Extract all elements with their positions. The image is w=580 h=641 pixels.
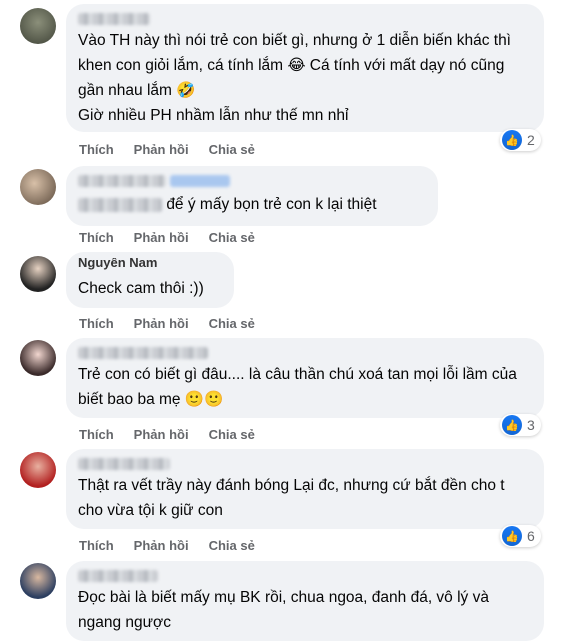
- comment-text: Trẻ con có biết gì đâu.... là câu thần c…: [78, 366, 522, 408]
- share-button[interactable]: Chia sẻ: [209, 427, 255, 442]
- reply-button[interactable]: Phản hồi: [134, 142, 189, 157]
- comment-text: Check cam thôi :)): [78, 280, 204, 297]
- share-button[interactable]: Chia sẻ: [209, 230, 255, 245]
- like-button[interactable]: Thích: [79, 230, 114, 245]
- reply-button[interactable]: Phản hồi: [134, 316, 189, 331]
- avatar[interactable]: [20, 452, 56, 488]
- commenter-name[interactable]: [78, 10, 532, 25]
- commenter-name[interactable]: [78, 567, 532, 582]
- like-button[interactable]: Thích: [79, 316, 114, 331]
- comment-bubble: Nguyễn Nam Check cam thôi :)): [66, 252, 234, 308]
- avatar[interactable]: [20, 256, 56, 292]
- comment-actions: Thích Phản hồi Chia sẻ: [79, 427, 275, 442]
- comment-actions: Thích Phản hồi Chia sẻ: [79, 230, 275, 245]
- commenter-name[interactable]: Nguyễn Nam: [78, 258, 222, 270]
- comment-actions: Thích Phản hồi Chia sẻ: [79, 316, 275, 331]
- reply-button[interactable]: Phản hồi: [134, 538, 189, 553]
- avatar[interactable]: [20, 8, 56, 44]
- commenter-name[interactable]: [78, 344, 532, 359]
- reaction-count[interactable]: 👍 3: [500, 414, 541, 436]
- comment-text: Vào TH này thì nói trẻ con biết gì, nhưn…: [78, 32, 511, 124]
- avatar[interactable]: [20, 340, 56, 376]
- avatar[interactable]: [20, 169, 56, 205]
- comment-bubble: Thật ra vết trầy này đánh bóng Lại đc, n…: [66, 449, 544, 529]
- reaction-count[interactable]: 👍 2: [500, 129, 541, 151]
- reply-button[interactable]: Phản hồi: [134, 427, 189, 442]
- comment-bubble: Vào TH này thì nói trẻ con biết gì, nhưn…: [66, 4, 544, 132]
- share-button[interactable]: Chia sẻ: [209, 316, 255, 331]
- like-button[interactable]: Thích: [79, 142, 114, 157]
- like-icon: 👍: [502, 415, 522, 435]
- comment-bubble: Đọc bài là biết mấy mụ BK rồi, chua ngoa…: [66, 561, 544, 641]
- share-button[interactable]: Chia sẻ: [209, 538, 255, 553]
- comment-text: để ý mấy bọn trẻ con k lại thiệt: [78, 192, 426, 217]
- commenter-name[interactable]: [78, 455, 532, 470]
- comment-actions: Thích Phản hồi Chia sẻ: [79, 538, 275, 553]
- like-icon: 👍: [502, 526, 522, 546]
- comment-text: Đọc bài là biết mấy mụ BK rồi, chua ngoa…: [78, 589, 494, 631]
- like-button[interactable]: Thích: [79, 538, 114, 553]
- reaction-count[interactable]: 👍 6: [500, 525, 541, 547]
- like-icon: 👍: [502, 130, 522, 150]
- comment-bubble: để ý mấy bọn trẻ con k lại thiệt: [66, 166, 438, 226]
- share-button[interactable]: Chia sẻ: [209, 142, 255, 157]
- commenter-name[interactable]: [78, 172, 426, 187]
- comment-text: Thật ra vết trầy này đánh bóng Lại đc, n…: [78, 477, 509, 519]
- avatar[interactable]: [20, 563, 56, 599]
- like-button[interactable]: Thích: [79, 427, 114, 442]
- reply-button[interactable]: Phản hồi: [134, 230, 189, 245]
- comment-bubble: Trẻ con có biết gì đâu.... là câu thần c…: [66, 338, 544, 418]
- comment-actions: Thích Phản hồi Chia sẻ: [79, 142, 275, 157]
